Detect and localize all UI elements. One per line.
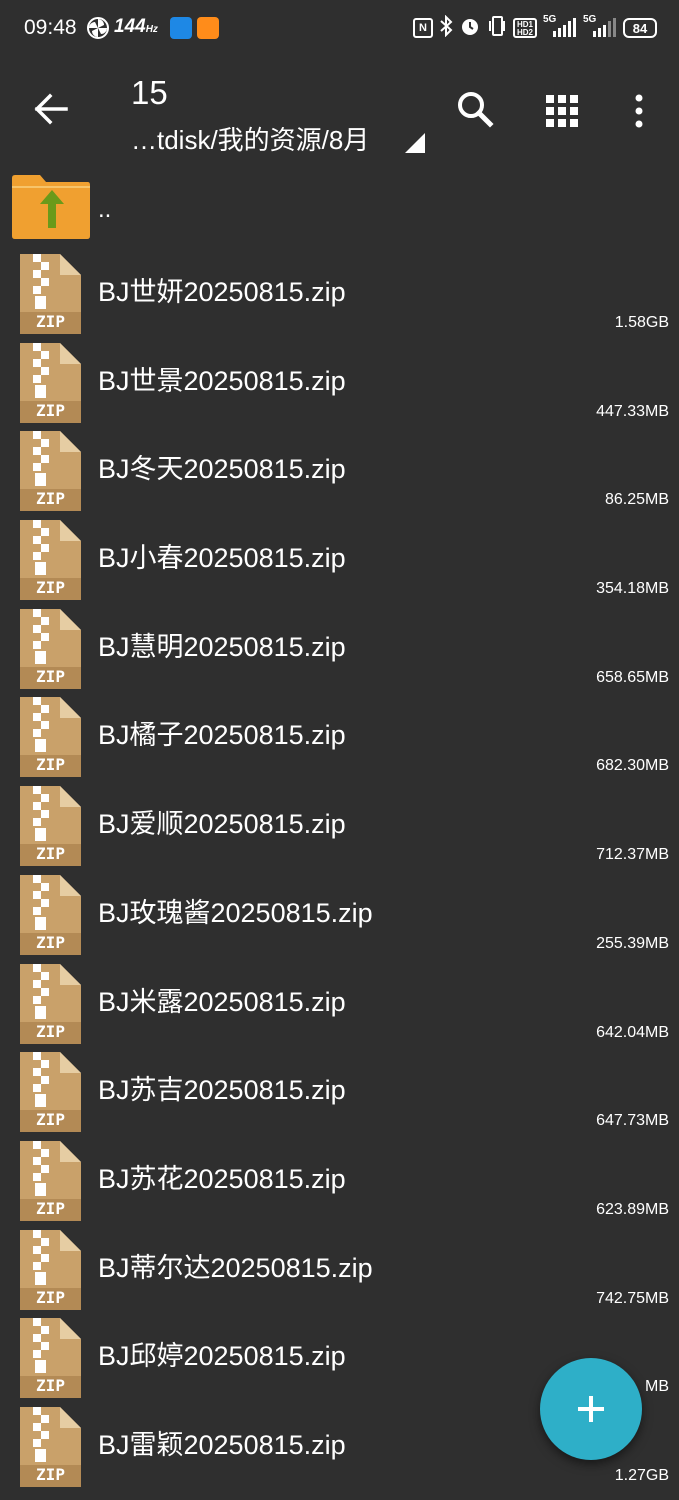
file-size: 712.37MB [596, 846, 669, 864]
status-time: 09:48 [24, 16, 77, 39]
pinwheel-icon [86, 16, 110, 45]
file-row[interactable]: ZIP BJ爱顺20250815.zip 712.37MB [0, 782, 679, 871]
file-name: BJ小春20250815.zip [98, 543, 346, 574]
app-icon [197, 17, 219, 39]
grid-view-icon [546, 95, 578, 127]
zip-label: ZIP [36, 1198, 65, 1218]
folder-count-title: 15 [131, 74, 168, 111]
back-button[interactable] [28, 86, 74, 132]
file-row[interactable]: ZIP BJ冬天20250815.zip 86.25MB [0, 427, 679, 516]
alarm-icon [459, 15, 481, 42]
refresh-rate-value: 144 [114, 16, 146, 37]
add-button[interactable] [540, 1358, 642, 1460]
zip-label: ZIP [36, 1110, 65, 1130]
file-size: 642.04MB [596, 1023, 669, 1041]
zip-label: ZIP [36, 312, 65, 331]
status-bar: 09:48 144Hz N HD1 HD2 5G 5G 84 [0, 0, 679, 56]
file-name: BJ蒂尔达20250815.zip [98, 1252, 373, 1283]
zip-label: ZIP [36, 578, 65, 598]
network-label: 5G [583, 14, 597, 25]
file-row[interactable]: ZIP BJ慧明20250815.zip 658.65MB [0, 605, 679, 694]
status-right-group: N HD1 HD2 5G 5G 84 [413, 14, 657, 42]
zip-label: ZIP [36, 755, 65, 775]
file-name: BJ苏吉20250815.zip [98, 1075, 346, 1106]
refresh-rate-unit: Hz [145, 24, 158, 35]
file-size: 647.73MB [596, 1112, 669, 1130]
file-row[interactable]: ZIP BJ世妍20250815.zip 1.58GB [0, 250, 679, 339]
file-name: BJ橘子20250815.zip [98, 720, 346, 751]
file-row[interactable]: ZIP BJ米露20250815.zip 642.04MB [0, 960, 679, 1049]
file-name: BJ慧明20250815.zip [98, 631, 346, 662]
file-name: BJ玫瑰酱20250815.zip [98, 897, 373, 928]
file-size: MB [645, 1378, 669, 1396]
file-size: 354.18MB [596, 580, 669, 598]
file-size: 742.75MB [596, 1289, 669, 1307]
file-size: 1.27GB [614, 1466, 669, 1484]
file-manager-screen: 09:48 144Hz N HD1 HD2 5G 5G 84 15 …tdisk… [0, 0, 679, 1500]
refresh-rate: 144Hz [114, 16, 158, 38]
zip-label: ZIP [36, 1376, 65, 1396]
bluetooth-icon [439, 14, 453, 42]
zip-label: ZIP [36, 489, 65, 509]
file-row[interactable]: ZIP BJ苏吉20250815.zip 647.73MB [0, 1048, 679, 1137]
file-row[interactable]: ZIP BJ蒂尔达20250815.zip 742.75MB [0, 1226, 679, 1315]
zip-label: ZIP [36, 1287, 65, 1307]
file-name: BJ世景20250815.zip [98, 365, 346, 396]
more-vertical-icon [635, 94, 643, 128]
hd-indicator: HD1 HD2 [513, 18, 537, 38]
file-size: 86.25MB [604, 491, 669, 509]
zip-label: ZIP [36, 1021, 65, 1041]
parent-folder-label: .. [98, 196, 112, 223]
file-size: 1.58GB [614, 314, 669, 331]
file-name: BJ邱婷20250815.zip [98, 1341, 346, 1372]
file-size: 658.65MB [596, 668, 669, 686]
folder-up-icon [12, 175, 90, 239]
zip-label: ZIP [36, 844, 65, 864]
hd2-label: HD2 [516, 28, 533, 37]
file-row[interactable]: ZIP BJ世景20250815.zip 447.33MB [0, 339, 679, 428]
file-row[interactable]: ZIP BJ小春20250815.zip 354.18MB [0, 516, 679, 605]
grid-view-button[interactable] [541, 90, 583, 132]
signal-icon: 5G [583, 14, 617, 39]
file-size: 682.30MB [596, 757, 669, 775]
file-row[interactable]: ZIP BJ苏花20250815.zip 623.89MB [0, 1137, 679, 1226]
file-name: BJ世妍20250815.zip [98, 277, 346, 307]
dropdown-triangle-icon[interactable] [405, 133, 425, 153]
zip-label: ZIP [36, 932, 65, 952]
zip-label: ZIP [36, 1464, 65, 1484]
breadcrumb-path[interactable]: …tdisk/我的资源/8月 [131, 120, 369, 157]
file-size: 447.33MB [596, 402, 669, 420]
toolbar: 15 …tdisk/我的资源/8月 [0, 56, 679, 166]
file-name: BJ雷颖20250815.zip [98, 1429, 346, 1460]
file-name: BJ米露20250815.zip [98, 986, 346, 1017]
plus-icon [578, 1396, 604, 1422]
app-icon [170, 17, 192, 39]
signal-icon: 5G [543, 14, 577, 39]
file-name: BJ冬天20250815.zip [98, 454, 346, 485]
file-name: BJ苏花20250815.zip [98, 1163, 346, 1194]
file-row[interactable]: ZIP BJ玫瑰酱20250815.zip 255.39MB [0, 871, 679, 960]
file-row[interactable]: ZIP BJ橘子20250815.zip 682.30MB [0, 693, 679, 782]
vibrate-icon [487, 15, 507, 42]
zip-label: ZIP [36, 666, 65, 686]
search-button[interactable] [454, 88, 496, 130]
more-options-button[interactable] [624, 90, 654, 132]
file-size: 255.39MB [596, 934, 669, 952]
back-arrow-icon [34, 93, 68, 125]
network-label: 5G [543, 14, 557, 25]
file-rows: ZIP BJ世妍20250815.zip 1.58GB ZIP BJ世景20250815… [0, 250, 679, 1492]
nfc-icon: N [413, 18, 433, 38]
file-name: BJ爱顺20250815.zip [98, 809, 346, 840]
file-size: 623.89MB [596, 1200, 669, 1218]
parent-folder-row[interactable]: .. [0, 170, 679, 250]
search-icon [458, 92, 494, 128]
battery-icon: 84 [623, 18, 657, 38]
zip-label: ZIP [36, 400, 65, 420]
file-list: .. ZIP BJ世妍20250815.zip 1.58GB ZIP BJ世景20250… [0, 170, 679, 1492]
